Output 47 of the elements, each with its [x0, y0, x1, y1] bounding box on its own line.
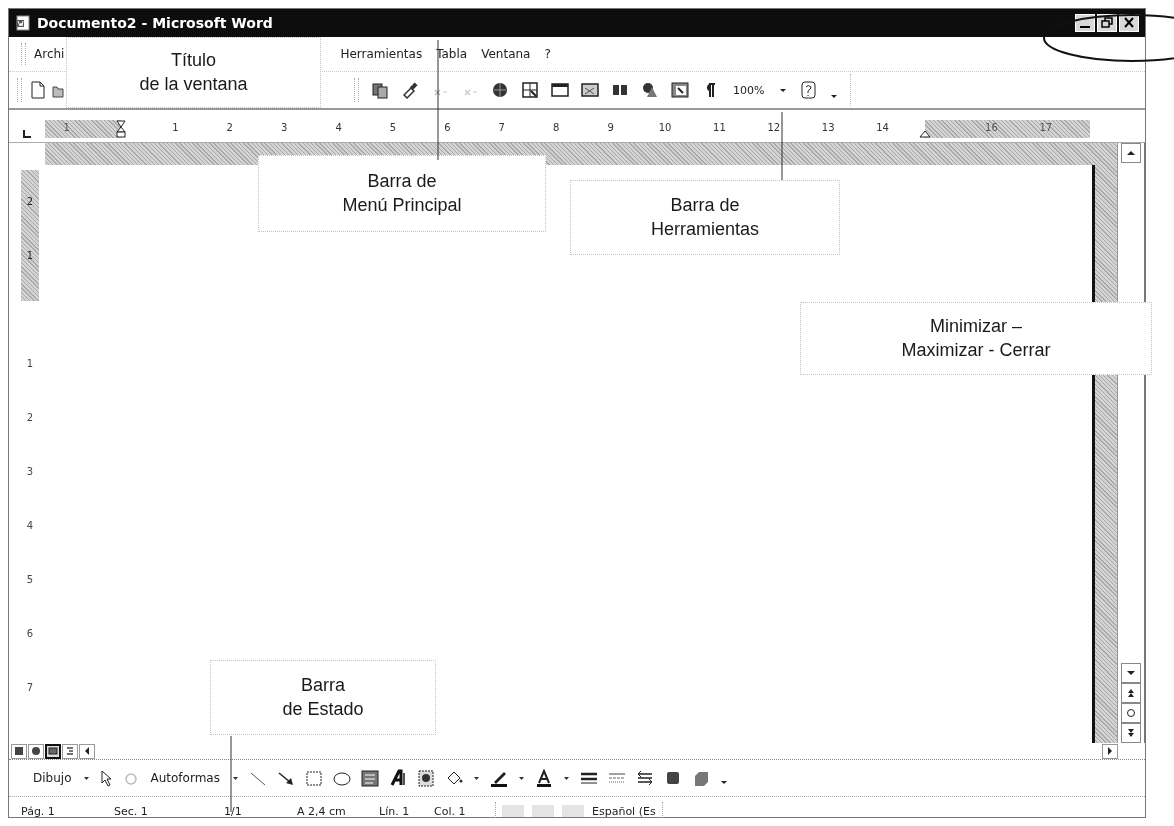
- ruler-number: 3: [26, 465, 34, 477]
- ruler-number: 6: [26, 627, 34, 639]
- ruler-number: 5: [26, 573, 34, 585]
- ruler-number: 2: [26, 195, 34, 207]
- ruler-number: 9: [607, 122, 614, 133]
- ruler-number: 1: [63, 122, 70, 133]
- menu-item[interactable]: Herramientas: [336, 45, 427, 63]
- annotation-label: Barra de Menú Principal: [258, 155, 546, 232]
- annotation-label: Barra de Estado: [210, 660, 436, 735]
- menu-item[interactable]: ?: [540, 45, 555, 63]
- ruler-number: 10: [658, 122, 672, 133]
- ruler-number: 16: [985, 122, 998, 133]
- ruler-number: 2: [26, 411, 34, 423]
- ruler-number: 6: [444, 122, 451, 133]
- status-text: Sec. 1: [114, 804, 149, 818]
- ruler-number: 2: [226, 122, 233, 133]
- ruler-number: 5: [389, 122, 397, 133]
- ruler-number: 4: [335, 122, 342, 133]
- annotation-label: Barra de Herramientas: [570, 180, 840, 255]
- ruler-number: 17: [1039, 122, 1053, 133]
- menu-item[interactable]: Archi: [30, 45, 69, 63]
- ruler-number: 11: [713, 122, 726, 133]
- ruler-number: 1: [26, 357, 34, 369]
- ruler-number: 4: [26, 519, 34, 531]
- ruler-number: 14: [876, 122, 889, 133]
- menu-item[interactable]: Tabla: [432, 45, 472, 63]
- status-text: Lín. 1: [379, 804, 411, 818]
- annotation-label: Título de la ventana: [66, 37, 321, 108]
- status-text: A 2,4 cm: [297, 804, 347, 818]
- ruler-number: 7: [26, 681, 34, 693]
- ruler-number: 3: [281, 122, 288, 133]
- draw-menu[interactable]: Dibujo: [31, 769, 74, 787]
- ruler-number: 8: [553, 122, 560, 133]
- annotation-label: Minimizar – Maximizar - Cerrar: [800, 302, 1152, 375]
- autoshapes-menu[interactable]: Autoformas: [148, 769, 222, 787]
- zoom-field[interactable]: 100%: [731, 81, 767, 99]
- ruler-number: 13: [821, 122, 835, 133]
- menu-item[interactable]: Ventana: [477, 45, 535, 63]
- window-title: Documento2 - Microsoft Word: [37, 15, 273, 31]
- ruler-number: 12: [767, 122, 781, 133]
- ruler-number: 1: [26, 249, 34, 261]
- ruler-number: 1: [172, 122, 179, 133]
- status-text: Col. 1: [434, 804, 467, 818]
- status-text: Pág. 1: [21, 804, 56, 818]
- status-text: Español (Es: [592, 804, 656, 818]
- ruler-number: 7: [498, 122, 505, 133]
- status-text: 1/1: [224, 804, 243, 818]
